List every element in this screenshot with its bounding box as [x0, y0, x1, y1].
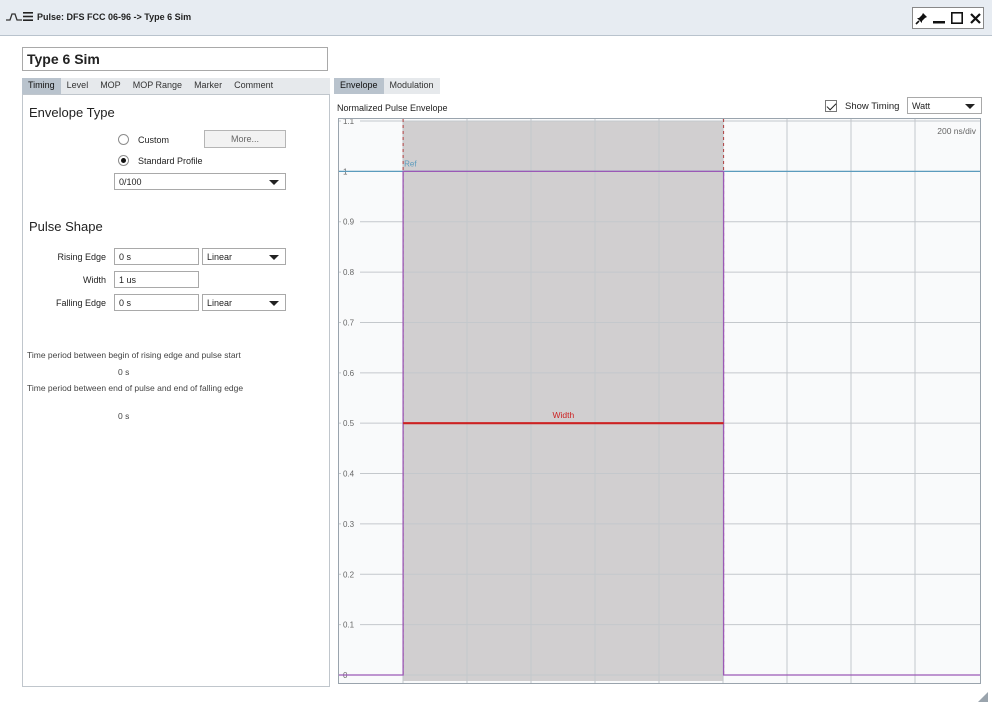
close-icon[interactable] — [967, 8, 983, 28]
pin-icon[interactable] — [913, 8, 929, 28]
maximize-icon[interactable] — [949, 8, 965, 28]
profile-dropdown[interactable]: 0/100 — [114, 173, 286, 190]
ref-label: Ref — [404, 159, 417, 168]
pulse-icon — [6, 12, 22, 25]
title-bar: Pulse: DFS FCC 06-96 -> Type 6 Sim — [0, 0, 992, 36]
minimize-icon[interactable] — [931, 8, 947, 28]
width-label: Width — [82, 275, 106, 285]
falling-edge-label: Falling Edge — [55, 298, 106, 308]
y-tick-label: 0.8 — [343, 268, 355, 277]
pulse-name-field[interactable]: Type 6 Sim — [22, 47, 328, 71]
pulse-shape-heading: Pulse Shape — [29, 219, 103, 234]
timing-panel: Envelope Type Custom More... Standard Pr… — [22, 94, 330, 687]
y-tick-label: 0.5 — [343, 419, 355, 428]
custom-label: Custom — [138, 135, 170, 145]
chart-title: Normalized Pulse Envelope — [337, 103, 448, 113]
width-input[interactable]: 1 us — [114, 271, 199, 288]
window-title: Pulse: DFS FCC 06-96 -> Type 6 Sim — [37, 12, 192, 22]
pulse-area — [403, 121, 724, 681]
window-controls — [912, 7, 984, 29]
rising-info-value: 0 s — [118, 367, 130, 377]
chart-header: Normalized Pulse Envelope Show Timing Wa… — [334, 95, 984, 117]
show-timing-checkbox[interactable] — [825, 100, 837, 112]
menu-icon[interactable] — [23, 12, 33, 24]
tab-comment[interactable]: Comment — [228, 78, 279, 94]
tab-modulation[interactable]: Modulation — [384, 78, 440, 94]
rising-shape-dropdown[interactable]: Linear — [202, 248, 286, 265]
rising-edge-input[interactable]: 0 s — [114, 248, 199, 265]
falling-info-value: 0 s — [118, 411, 130, 421]
unit-value: Watt — [912, 101, 931, 111]
show-timing-label: Show Timing — [845, 101, 900, 112]
falling-shape-value: Linear — [207, 298, 233, 308]
y-tick-label: 0.6 — [343, 369, 355, 378]
tab-mop[interactable]: MOP — [94, 78, 127, 94]
y-tick-label: 0.1 — [343, 621, 355, 630]
chevron-down-icon — [269, 180, 279, 185]
envelope-chart: 00.10.20.30.40.50.60.70.80.911.1RefWidth… — [338, 118, 981, 684]
width-marker-label: Width — [552, 410, 574, 420]
envelope-type-heading: Envelope Type — [29, 105, 115, 120]
envelope-chart-svg: 00.10.20.30.40.50.60.70.80.911.1RefWidth… — [339, 119, 980, 683]
standard-profile-radio[interactable] — [118, 155, 129, 166]
falling-info-text: Time period between end of pulse and end… — [27, 383, 244, 393]
rising-shape-value: Linear — [207, 252, 233, 262]
custom-radio[interactable] — [118, 134, 129, 145]
more-button[interactable]: More... — [204, 130, 286, 148]
chevron-down-icon — [269, 255, 279, 260]
tab-marker[interactable]: Marker — [188, 78, 228, 94]
y-tick-label: 1.1 — [343, 119, 355, 126]
unit-dropdown[interactable]: Watt — [907, 97, 982, 114]
standard-profile-label: Standard Profile — [138, 156, 203, 166]
falling-edge-input[interactable]: 0 s — [114, 294, 199, 311]
tab-mop-range[interactable]: MOP Range — [127, 78, 188, 94]
profile-value: 0/100 — [119, 177, 142, 187]
left-tab-bar: Timing Level MOP MOP Range Marker Commen… — [22, 78, 330, 94]
resize-grip-icon[interactable] — [978, 692, 988, 702]
y-tick-label: 0.4 — [343, 470, 355, 479]
rising-info-text: Time period between begin of rising edge… — [27, 350, 241, 360]
tab-timing[interactable]: Timing — [22, 78, 61, 94]
rising-edge-label: Rising Edge — [57, 252, 106, 262]
y-tick-label: 0.7 — [343, 318, 355, 327]
y-tick-label: 0.2 — [343, 570, 355, 579]
right-tab-bar: Envelope Modulation — [334, 78, 440, 94]
tab-envelope[interactable]: Envelope — [334, 78, 384, 94]
y-tick-label: 0.9 — [343, 218, 355, 227]
tab-level[interactable]: Level — [61, 78, 95, 94]
chevron-down-icon — [269, 301, 279, 306]
chevron-down-icon — [965, 104, 975, 109]
y-tick-label: 0.3 — [343, 520, 355, 529]
time-scale-label: 200 ns/div — [937, 126, 976, 136]
falling-shape-dropdown[interactable]: Linear — [202, 294, 286, 311]
